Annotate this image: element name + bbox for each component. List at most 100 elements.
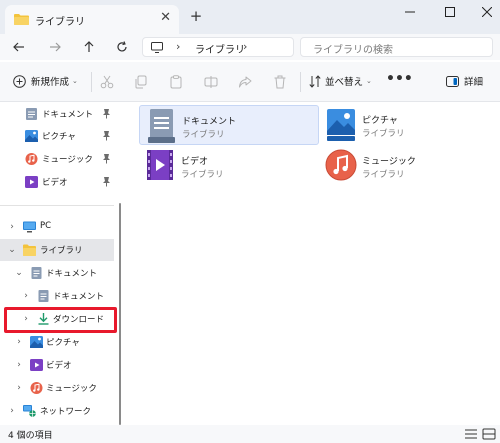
document-library-icon bbox=[38, 290, 49, 302]
tiles-view-icon[interactable] bbox=[482, 428, 496, 440]
details-view-icon[interactable] bbox=[464, 428, 478, 440]
new-tab-button[interactable]: + bbox=[188, 7, 204, 25]
sidebar-item-label: ピクチャ bbox=[42, 132, 76, 142]
scissors-icon bbox=[100, 75, 114, 89]
item-count: 4 個の項目 bbox=[8, 431, 53, 441]
tab-title: ライブラリ bbox=[35, 17, 85, 28]
more-options-button[interactable]: ••• bbox=[386, 71, 413, 87]
pin-icon[interactable] bbox=[102, 130, 111, 141]
rename-icon bbox=[204, 76, 218, 88]
quick-access-documents[interactable]: ドキュメント bbox=[0, 103, 114, 125]
documents-library-icon bbox=[148, 109, 175, 143]
up-button[interactable] bbox=[80, 38, 98, 56]
sidebar-item-label: ピクチャ bbox=[46, 338, 80, 348]
details-pane-button[interactable]: 詳細 bbox=[446, 74, 483, 88]
breadcrumb-chevron-icon[interactable]: › bbox=[243, 40, 247, 53]
arrow-up-icon bbox=[84, 41, 94, 52]
library-name: ミュージック bbox=[362, 157, 416, 167]
sidebar-item-pictures[interactable]: › ピクチャ bbox=[0, 331, 114, 353]
pictures-folder-icon bbox=[25, 130, 38, 142]
chevron-right-icon[interactable]: › bbox=[14, 337, 24, 347]
pc-icon bbox=[23, 221, 36, 233]
new-button[interactable]: 新規作成 ⌄ bbox=[13, 74, 78, 88]
pin-icon[interactable] bbox=[102, 153, 111, 164]
chevron-right-icon[interactable]: › bbox=[14, 360, 24, 370]
status-bar: 4 個の項目 bbox=[0, 425, 500, 443]
sidebar-item-documents-library[interactable]: ⌄ ドキュメント bbox=[0, 262, 114, 284]
maximize-button[interactable] bbox=[438, 3, 462, 21]
sidebar-item-label: ドキュメント bbox=[53, 292, 105, 302]
chevron-right-icon[interactable]: › bbox=[14, 383, 24, 393]
pin-icon[interactable] bbox=[102, 108, 111, 119]
sort-button[interactable]: 並べ替え ⌄ bbox=[309, 74, 372, 88]
quick-access-videos[interactable]: ビデオ bbox=[0, 171, 114, 193]
share-button[interactable] bbox=[237, 74, 253, 90]
library-tile-pictures[interactable]: ピクチャ ライブラリ bbox=[320, 105, 500, 145]
library-type: ライブラリ bbox=[182, 130, 225, 140]
rename-button[interactable] bbox=[203, 74, 219, 90]
maximize-icon bbox=[445, 7, 455, 17]
plus-circle-icon bbox=[13, 74, 26, 88]
chevron-right-icon[interactable]: › bbox=[21, 291, 31, 301]
details-pane-label: 詳細 bbox=[464, 77, 484, 88]
document-library-icon bbox=[31, 267, 42, 279]
arrow-right-icon bbox=[50, 42, 61, 52]
sidebar-item-videos[interactable]: › ビデオ bbox=[0, 354, 114, 376]
sidebar-item-network[interactable]: › ネットワーク bbox=[0, 400, 114, 422]
library-tile-music[interactable]: ミュージック ライブラリ bbox=[320, 146, 500, 186]
library-folder-icon bbox=[23, 244, 36, 256]
close-icon bbox=[482, 7, 492, 17]
quick-access-pictures[interactable]: ピクチャ bbox=[0, 125, 114, 147]
sidebar-item-label: ビデオ bbox=[46, 361, 72, 371]
sidebar-item-libraries[interactable]: ⌄ ライブラリ bbox=[0, 239, 114, 261]
music-folder-icon bbox=[25, 153, 38, 165]
sidebar-item-pc[interactable]: › PC bbox=[0, 216, 114, 238]
sidebar-item-music[interactable]: › ミュージック bbox=[0, 377, 114, 399]
folder-icon bbox=[14, 14, 29, 25]
copy-icon bbox=[135, 75, 147, 89]
tab-libraries[interactable]: ライブラリ ✕ bbox=[5, 5, 179, 34]
minimize-icon bbox=[405, 11, 415, 13]
library-tile-documents[interactable]: ドキュメント ライブラリ bbox=[139, 105, 319, 145]
search-input[interactable]: ライブラリの検索 bbox=[300, 37, 493, 57]
chevron-down-icon[interactable]: ⌄ bbox=[7, 245, 17, 255]
sidebar-item-documents[interactable]: › ドキュメント bbox=[0, 285, 114, 307]
refresh-button[interactable] bbox=[113, 38, 131, 56]
address-bar[interactable]: › ライブラリ › bbox=[142, 37, 294, 57]
network-icon bbox=[23, 405, 36, 417]
back-button[interactable] bbox=[10, 38, 28, 56]
paste-button[interactable] bbox=[168, 74, 184, 90]
pin-icon[interactable] bbox=[102, 176, 111, 187]
quick-access-music[interactable]: ミュージック bbox=[0, 148, 114, 170]
close-window-button[interactable] bbox=[475, 3, 499, 21]
cut-button[interactable] bbox=[99, 74, 115, 90]
music-folder-icon bbox=[30, 382, 43, 394]
library-name: ドキュメント bbox=[182, 117, 237, 127]
pictures-library-icon bbox=[327, 109, 355, 141]
minimize-button[interactable] bbox=[398, 3, 422, 21]
sidebar-item-label: ミュージック bbox=[42, 155, 93, 165]
tab-close-button[interactable]: ✕ bbox=[160, 10, 171, 26]
sidebar-item-label: ビデオ bbox=[42, 178, 68, 188]
delete-button[interactable] bbox=[272, 74, 288, 90]
command-divider bbox=[91, 72, 92, 92]
breadcrumb-libraries[interactable]: ライブラリ bbox=[195, 41, 245, 56]
command-divider bbox=[300, 72, 301, 92]
breadcrumb-chevron-icon[interactable]: › bbox=[176, 40, 180, 53]
forward-button[interactable] bbox=[46, 38, 64, 56]
music-library-icon bbox=[325, 149, 357, 181]
library-name: ビデオ bbox=[181, 157, 209, 167]
copy-button[interactable] bbox=[133, 74, 149, 90]
library-tile-videos[interactable]: ビデオ ライブラリ bbox=[139, 146, 319, 186]
library-type: ライブラリ bbox=[181, 170, 224, 180]
chevron-down-icon[interactable]: ⌄ bbox=[14, 268, 24, 278]
downloads-highlight-frame bbox=[4, 307, 117, 333]
sidebar-scrollbar[interactable] bbox=[119, 203, 121, 425]
title-bar: ライブラリ ✕ + bbox=[0, 0, 500, 34]
sidebar-divider bbox=[0, 205, 114, 206]
computer-icon bbox=[151, 42, 163, 53]
chevron-right-icon[interactable]: › bbox=[7, 406, 17, 416]
sidebar-item-label: ライブラリ bbox=[40, 246, 83, 256]
chevron-right-icon[interactable]: › bbox=[7, 222, 17, 232]
arrow-left-icon bbox=[13, 42, 24, 52]
